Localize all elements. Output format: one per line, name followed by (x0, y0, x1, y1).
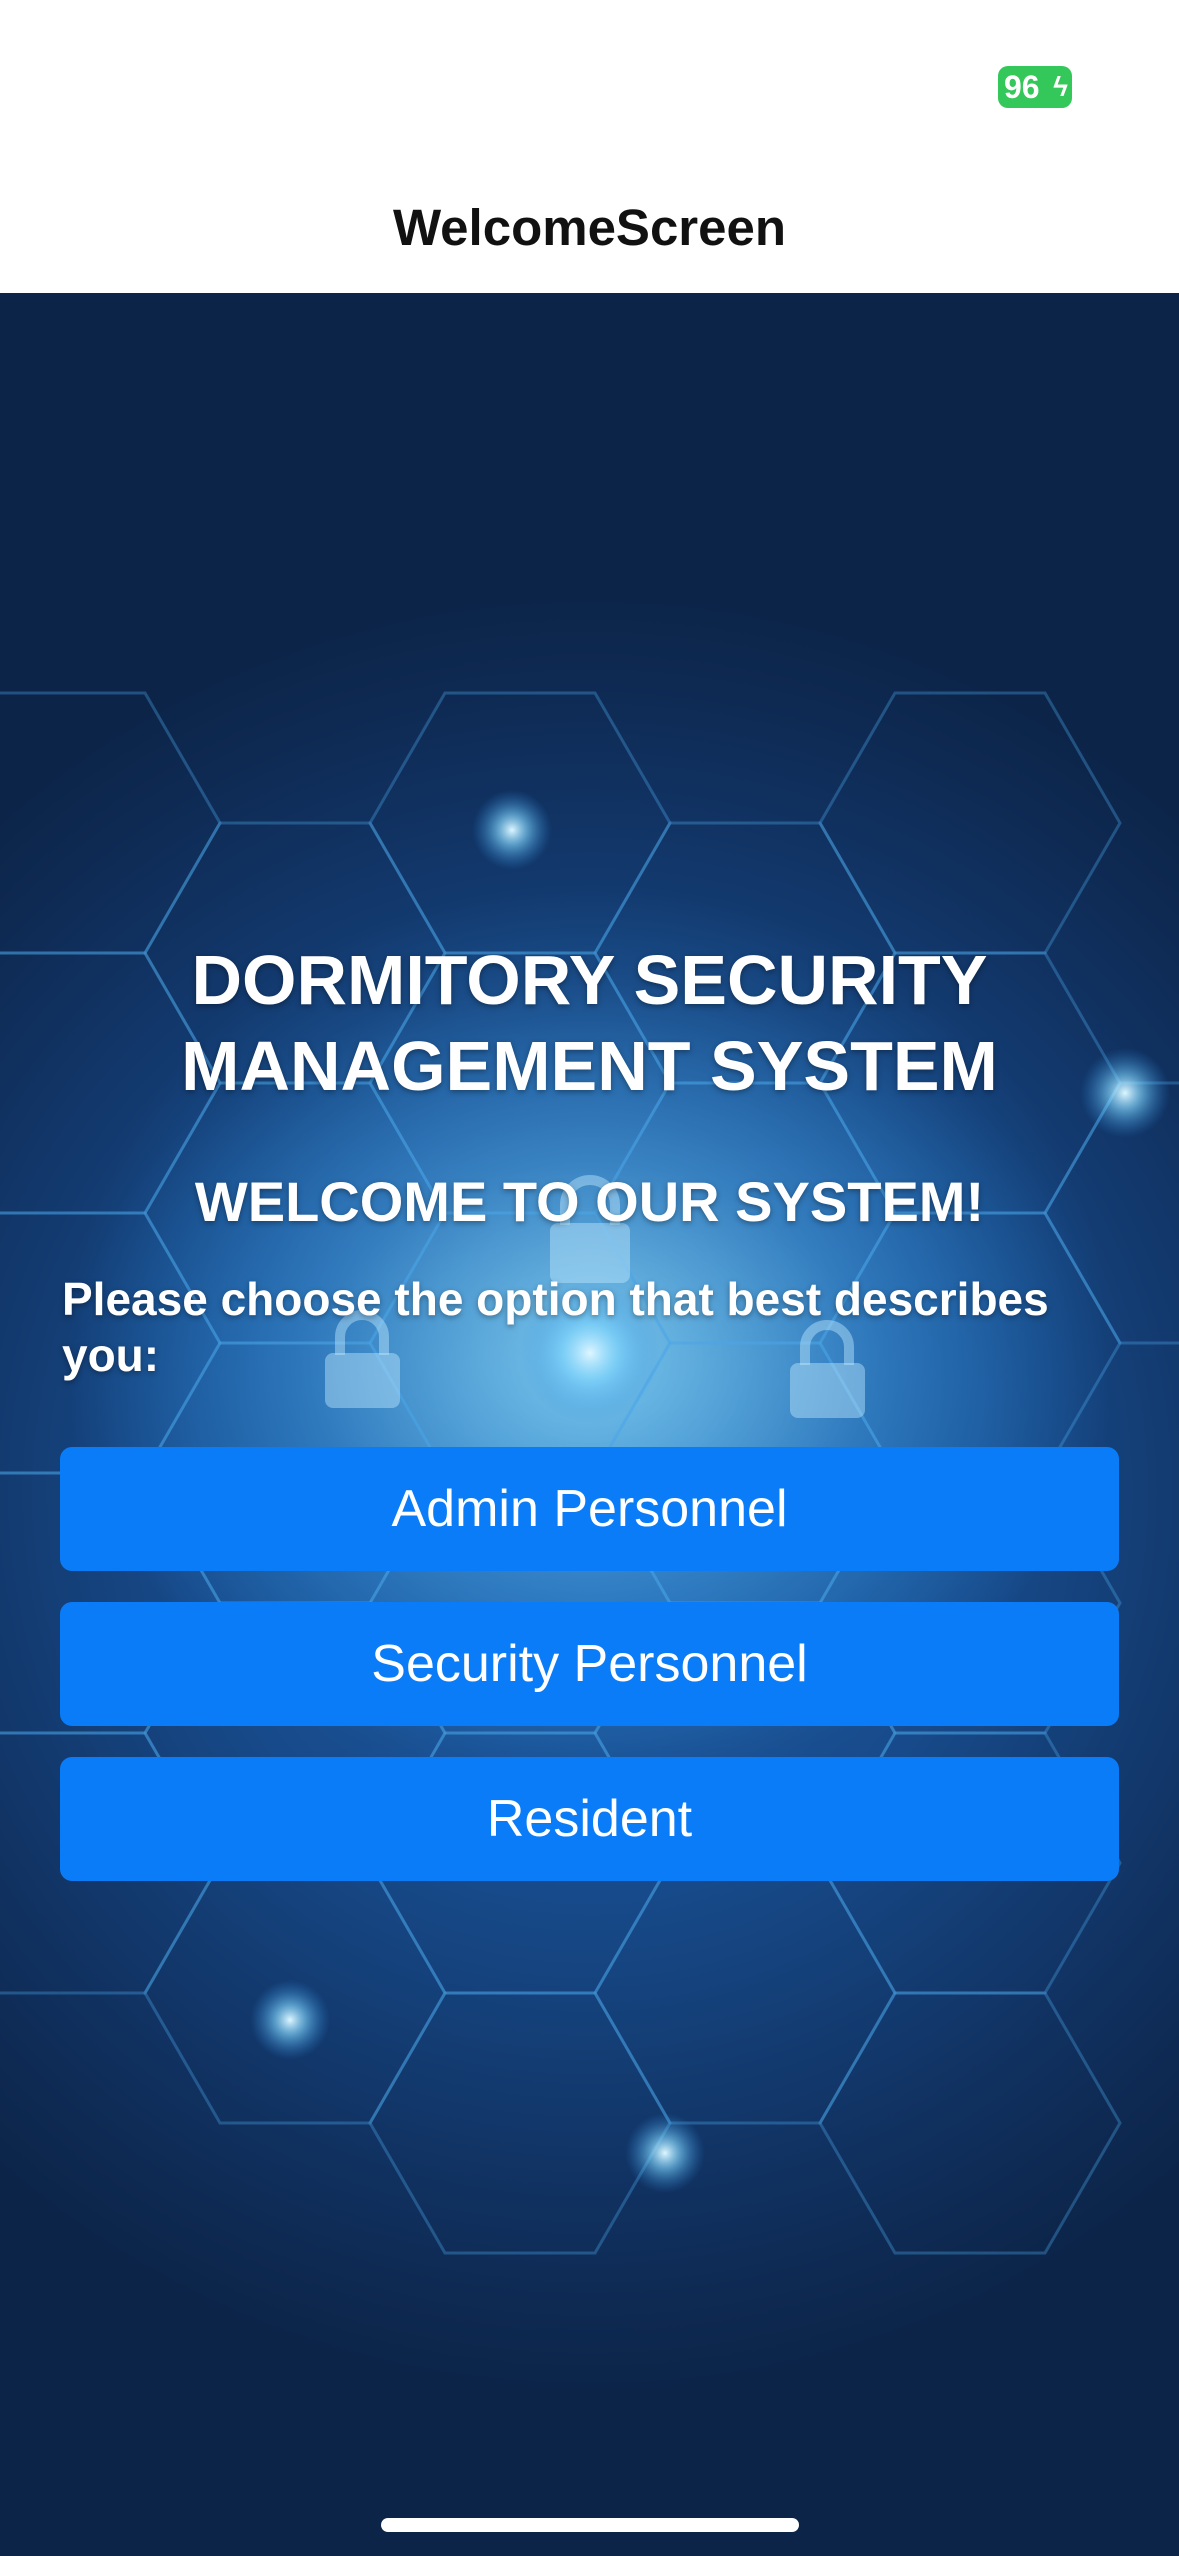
main-content: DORMITORY SECURITY MANAGEMENT SYSTEM WEL… (0, 293, 1179, 2556)
system-title-line1: DORMITORY SECURITY (191, 941, 988, 1019)
status-bar: 96 ϟ (0, 0, 1179, 150)
security-personnel-button[interactable]: Security Personnel (60, 1602, 1119, 1726)
resident-button[interactable]: Resident (60, 1757, 1119, 1881)
home-indicator[interactable] (381, 2518, 799, 2532)
nav-header: WelcomeScreen (0, 150, 1179, 293)
welcome-heading: WELCOME TO OUR SYSTEM! (194, 1170, 985, 1233)
system-title-line2: MANAGEMENT SYSTEM (181, 1027, 998, 1105)
battery-level: 96 (1004, 69, 1040, 105)
admin-personnel-button[interactable]: Admin Personnel (60, 1447, 1119, 1571)
system-title: DORMITORY SECURITY MANAGEMENT SYSTEM (0, 937, 1179, 1109)
background-hexagon-pattern (0, 691, 1179, 2255)
page-title: WelcomeScreen (392, 199, 787, 256)
charging-bolt-icon: ϟ (1053, 71, 1068, 102)
battery-indicator: 96 ϟ (998, 66, 1072, 108)
role-prompt: Please choose the option that best descr… (62, 1273, 1049, 1381)
welcome-screen: 96 ϟ WelcomeScreen DORMITORY SECURITY MA… (0, 0, 1179, 2556)
